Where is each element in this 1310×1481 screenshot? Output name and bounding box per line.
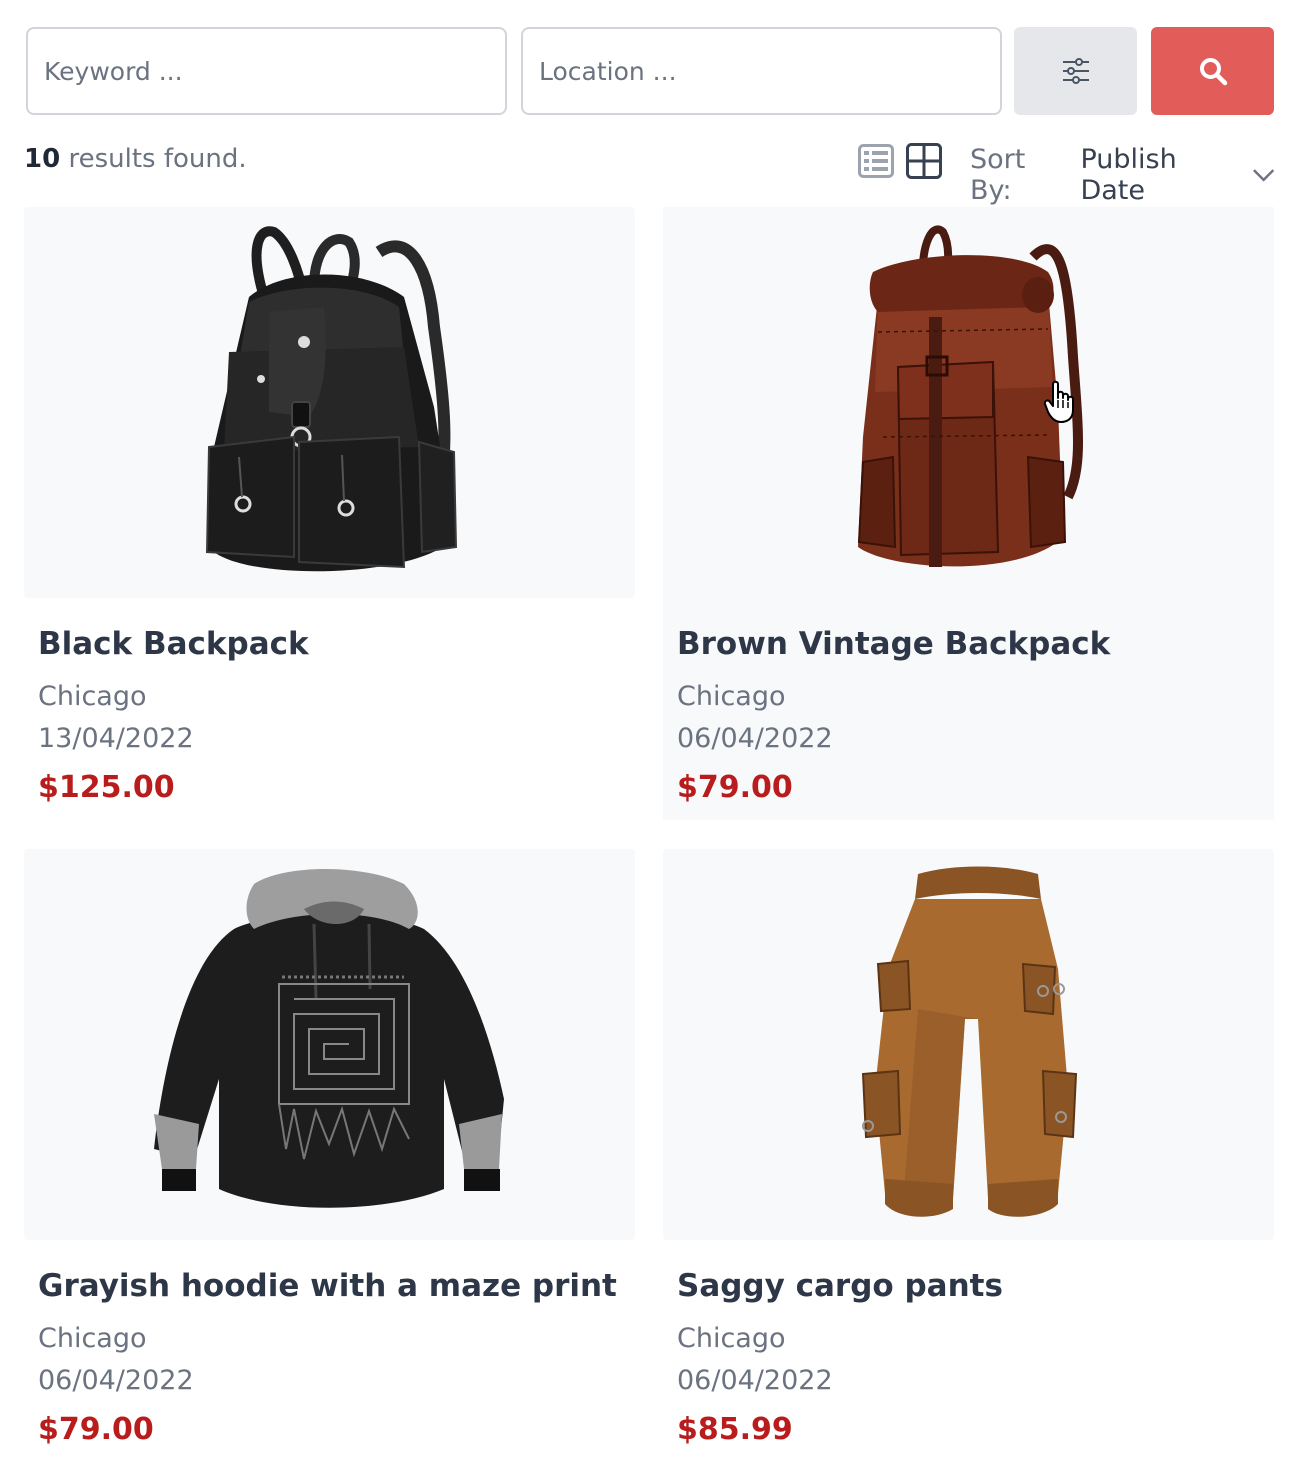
product-price: $85.99 (677, 1412, 793, 1447)
product-price: $79.00 (677, 770, 793, 805)
product-image[interactable] (24, 849, 635, 1240)
product-title[interactable]: Grayish hoodie with a maze print (38, 1268, 621, 1304)
location-input[interactable] (521, 27, 1002, 115)
search-bar (26, 27, 1274, 115)
results-count-number: 10 (24, 144, 61, 174)
product-card[interactable]: Black Backpack Chicago 13/04/2022 $125.0… (24, 207, 635, 805)
chevron-down-icon (1252, 169, 1274, 182)
product-date: 13/04/2022 (38, 723, 194, 754)
product-price: $125.00 (38, 770, 175, 805)
brown-backpack-image (857, 225, 1083, 567)
sliders-icon (1062, 58, 1089, 84)
list-view-icon[interactable] (858, 144, 894, 178)
sort-label: Sort By: (970, 144, 1026, 206)
product-date: 06/04/2022 (677, 1365, 833, 1396)
results-count-text: results found. (60, 144, 247, 174)
filter-button[interactable] (1014, 27, 1137, 115)
hand-cursor-icon (1043, 380, 1074, 423)
product-image[interactable] (663, 207, 1274, 598)
product-location: Chicago (38, 1323, 147, 1354)
product-location: Chicago (677, 681, 786, 712)
product-title[interactable]: Brown Vintage Backpack (677, 626, 1260, 662)
search-button[interactable] (1151, 27, 1274, 115)
sort-value: Publish Date (1080, 144, 1177, 206)
results-toolbar: 10 results found. Sort By: Publish Date (24, 140, 1276, 206)
search-icon (1199, 58, 1227, 86)
product-location: Chicago (38, 681, 147, 712)
product-title[interactable]: Saggy cargo pants (677, 1268, 1260, 1304)
product-location: Chicago (677, 1323, 786, 1354)
product-date: 06/04/2022 (677, 723, 833, 754)
results-count: 10 results found. (24, 144, 247, 174)
product-card[interactable]: Saggy cargo pants Chicago 06/04/2022 $85… (663, 849, 1274, 1447)
product-card[interactable]: Grayish hoodie with a maze print Chicago… (24, 849, 635, 1447)
sort-dropdown[interactable]: Sort By: Publish Date (970, 144, 1276, 206)
product-price: $79.00 (38, 1412, 154, 1447)
product-card[interactable]: Brown Vintage Backpack Chicago 06/04/202… (663, 207, 1274, 820)
product-image[interactable] (24, 207, 635, 598)
product-image[interactable] (663, 849, 1274, 1240)
black-backpack-image (205, 226, 458, 572)
hoodie-image (154, 869, 504, 1208)
product-date: 06/04/2022 (38, 1365, 194, 1396)
grid-view-icon[interactable] (906, 143, 942, 179)
product-title[interactable]: Black Backpack (38, 626, 621, 662)
cargo-pants-image (861, 866, 1078, 1217)
keyword-input[interactable] (26, 27, 507, 115)
